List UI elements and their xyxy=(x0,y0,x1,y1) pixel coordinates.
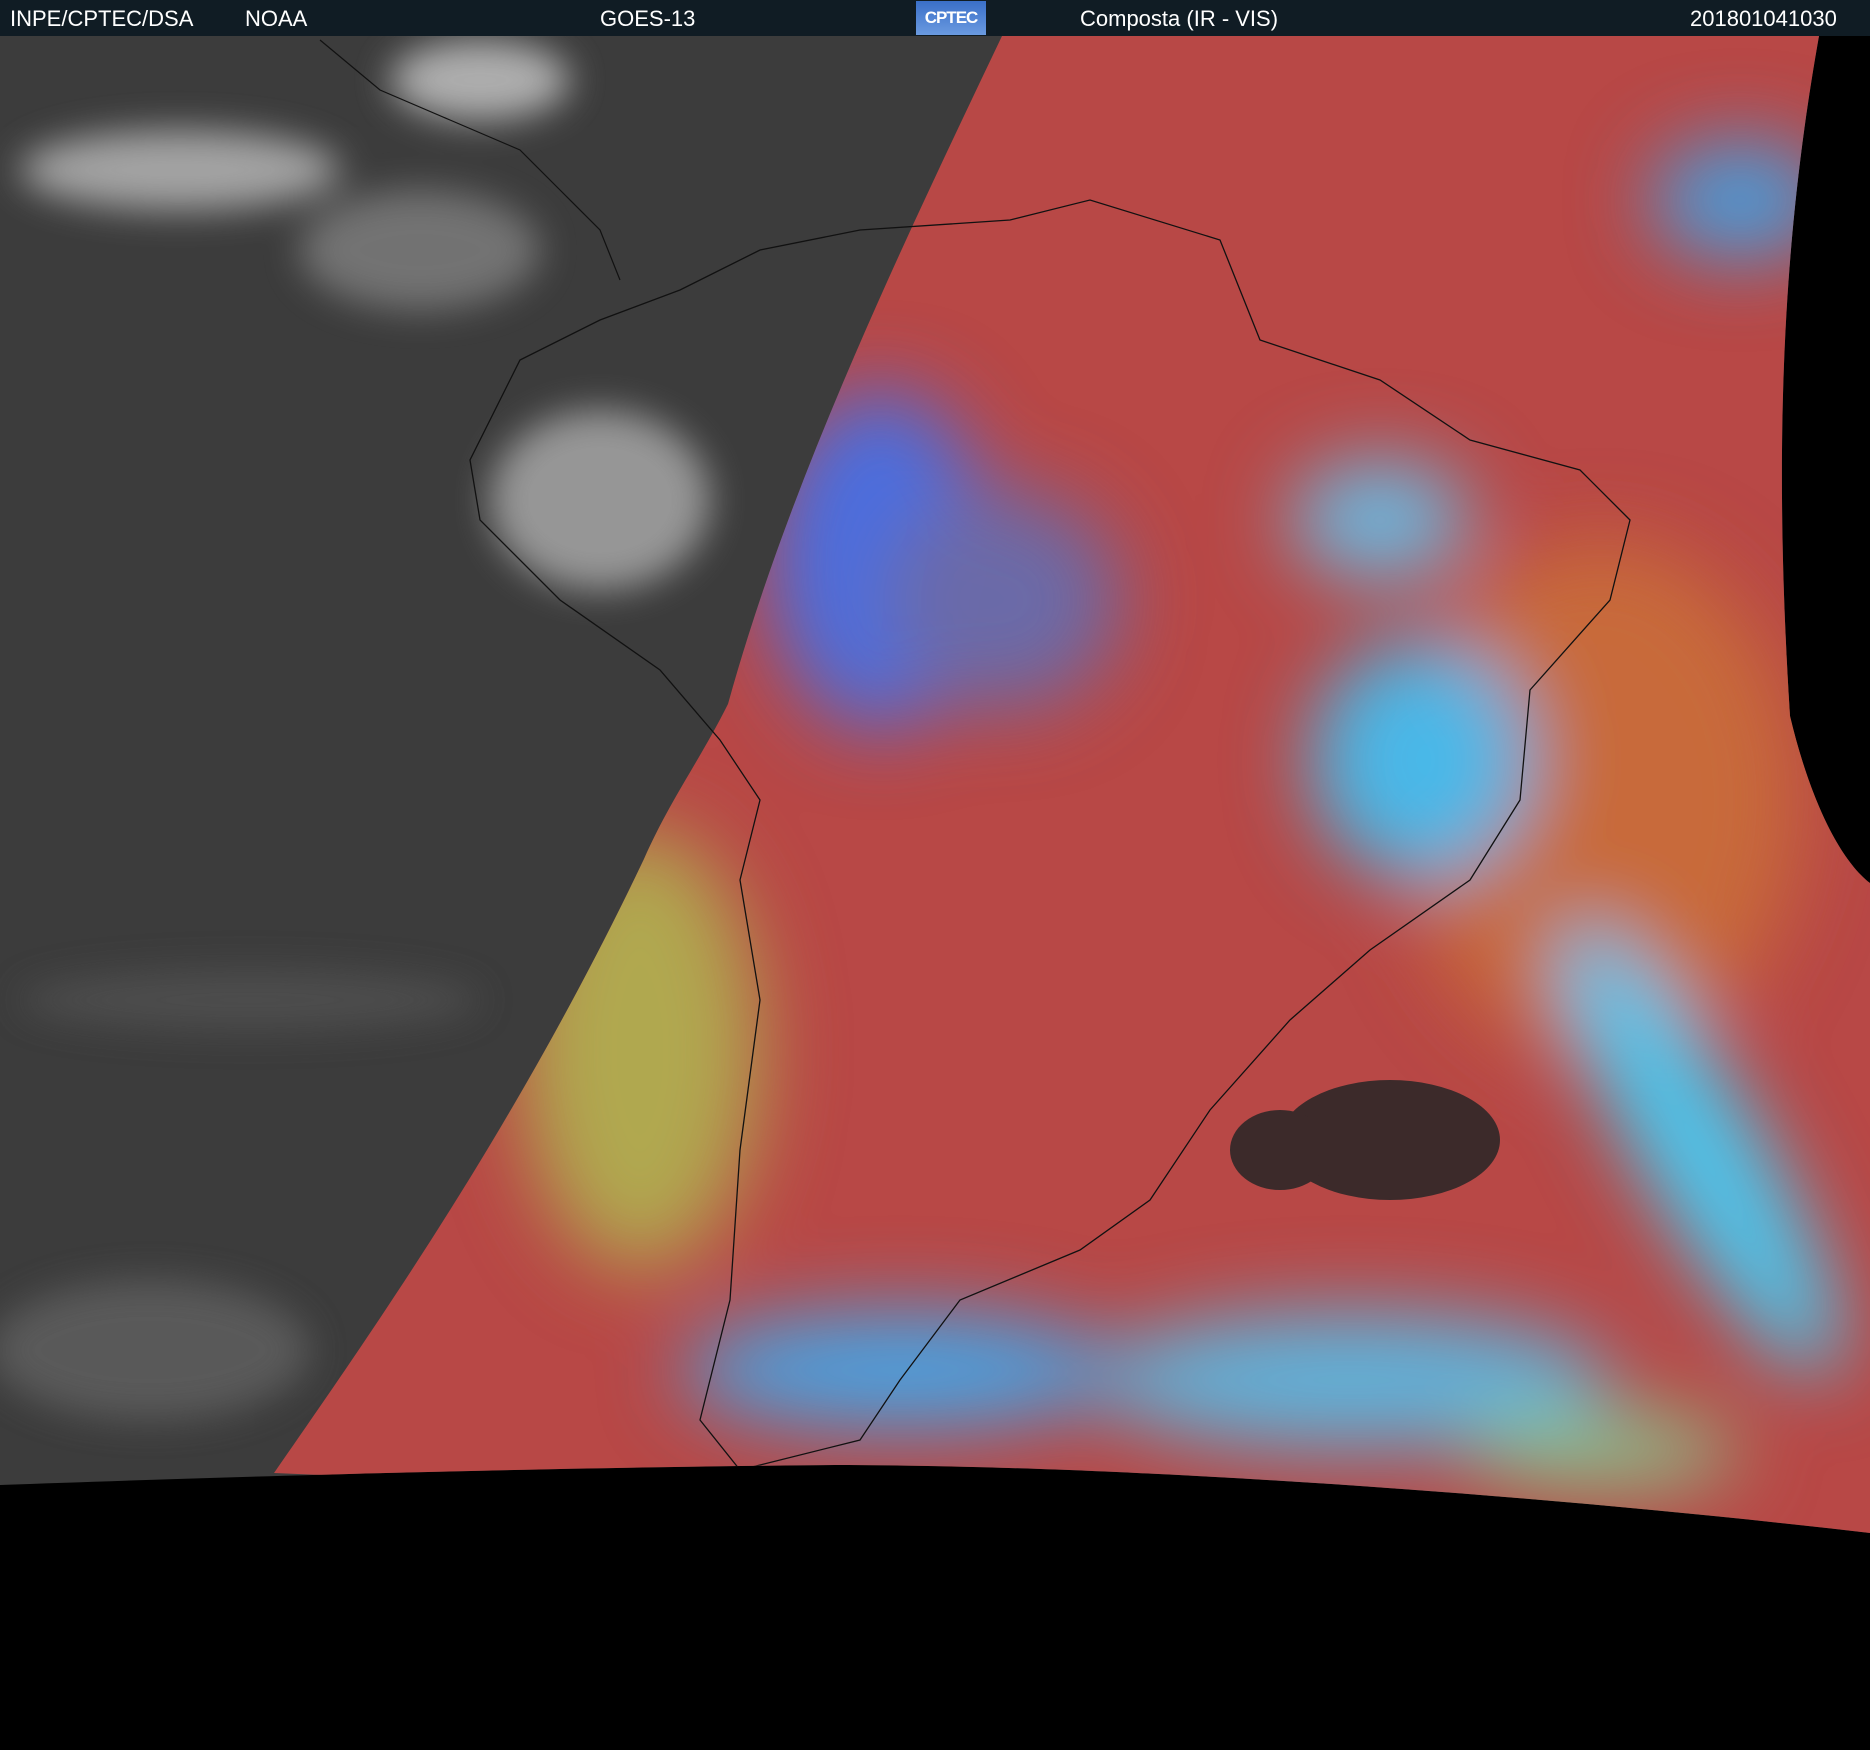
agency-label: NOAA xyxy=(245,6,308,31)
org-label: INPE/CPTEC/DSA xyxy=(10,6,194,31)
timestamp-label: 201801041030 xyxy=(1690,6,1837,31)
satellite-label: GOES-13 xyxy=(600,6,696,31)
header-bar: INPE/CPTEC/DSA NOAA GOES-13 CPTEC Compos… xyxy=(0,0,1870,36)
product-label: Composta (IR - VIS) xyxy=(1080,6,1279,31)
satellite-image xyxy=(0,36,1870,1750)
cptec-logo: CPTEC xyxy=(916,1,986,35)
